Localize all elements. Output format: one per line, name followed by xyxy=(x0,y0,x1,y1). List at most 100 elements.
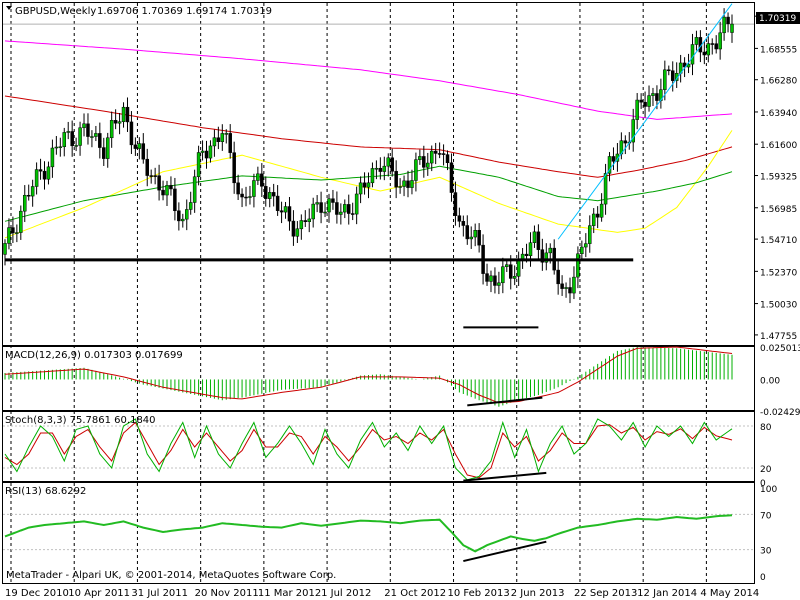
candle xyxy=(718,32,722,50)
x-tick-label: 31 Jul 2011 xyxy=(131,588,188,599)
candle xyxy=(343,204,347,213)
stoch-tick-label: 20 xyxy=(760,465,772,475)
candle xyxy=(228,133,232,153)
candle xyxy=(129,121,134,146)
y-tick-label: 1.66280 xyxy=(760,77,797,87)
candle xyxy=(30,186,35,197)
y-tick-label: 1.63940 xyxy=(760,109,797,119)
candle xyxy=(319,202,323,213)
candle xyxy=(366,182,371,188)
stoch-title: Stoch(8,3,3) 75.7861 60.1840 xyxy=(5,415,156,426)
candle xyxy=(532,231,537,243)
candle xyxy=(248,196,252,198)
candle xyxy=(137,143,142,149)
candle xyxy=(651,93,655,96)
candle xyxy=(23,194,27,212)
candle xyxy=(66,131,70,133)
price-marker: 1.70319 xyxy=(759,14,796,24)
candle xyxy=(489,275,493,282)
x-tick-label: 1 Jul 2012 xyxy=(321,588,371,599)
candle xyxy=(378,167,383,172)
candle xyxy=(3,243,7,255)
macd-tick-label: 0.00 xyxy=(760,376,780,386)
candle xyxy=(244,196,248,199)
candle xyxy=(212,137,217,147)
candle xyxy=(505,264,509,267)
copyright-text: MetaTrader - Alpari UK, © 2001-2014, Met… xyxy=(6,570,336,581)
candle xyxy=(576,253,580,278)
y-tick-label: 1.68555 xyxy=(760,45,797,55)
rsi-tick-label: 0 xyxy=(760,573,766,583)
candle xyxy=(402,180,406,187)
candle xyxy=(271,192,276,197)
x-tick-label: 10 Feb 2013 xyxy=(448,588,510,599)
candle xyxy=(117,121,122,124)
candle xyxy=(445,154,450,164)
candle xyxy=(315,202,319,205)
candle xyxy=(94,133,98,137)
candle xyxy=(252,180,256,197)
candle xyxy=(327,198,331,213)
gbpusd-chart[interactable]: 19 Dec 2010 10 Apr 2011 31 Jul 2011 20 Nov … xyxy=(0,0,800,600)
candle xyxy=(572,276,576,294)
rsi-tick-label: 30 xyxy=(760,547,772,557)
candle xyxy=(370,168,375,184)
candle xyxy=(386,157,391,167)
candle xyxy=(26,194,31,197)
candle xyxy=(516,259,521,277)
candle xyxy=(224,133,229,135)
candle xyxy=(264,186,268,199)
candle xyxy=(295,228,300,237)
candle xyxy=(291,220,296,237)
candle xyxy=(374,167,379,170)
y-tick-label: 1.61600 xyxy=(760,141,797,151)
candle xyxy=(710,43,714,45)
y-tick-label: 1.54710 xyxy=(760,236,797,246)
candle xyxy=(54,146,59,149)
y-tick-label: 1.47755 xyxy=(760,332,797,342)
candle xyxy=(690,44,695,65)
candle xyxy=(74,145,78,147)
candle xyxy=(422,156,426,168)
candle xyxy=(125,106,130,123)
candle xyxy=(256,173,260,181)
candle xyxy=(299,220,304,230)
candle xyxy=(133,144,138,149)
candle xyxy=(204,150,209,159)
candle xyxy=(623,140,628,144)
candle xyxy=(599,203,604,218)
candle xyxy=(726,16,730,25)
candle xyxy=(38,169,43,172)
candle xyxy=(279,210,284,213)
y-tick-label: 1.59325 xyxy=(760,173,797,183)
candle xyxy=(410,180,414,188)
candle xyxy=(568,287,572,294)
candle xyxy=(465,225,470,240)
candle xyxy=(232,152,236,184)
candle xyxy=(70,131,74,147)
candle xyxy=(236,182,240,195)
candle xyxy=(449,162,454,193)
candle xyxy=(473,230,477,238)
candle xyxy=(113,120,118,124)
candle xyxy=(216,137,221,142)
candle xyxy=(358,182,363,195)
candle xyxy=(508,264,513,279)
candle xyxy=(441,153,446,155)
candle xyxy=(173,188,177,212)
candle xyxy=(362,182,367,188)
candle xyxy=(354,193,359,215)
candle xyxy=(588,225,592,244)
candle xyxy=(303,220,308,222)
candle xyxy=(433,150,438,154)
candle xyxy=(34,169,39,187)
candle xyxy=(603,173,608,205)
candle xyxy=(429,150,434,164)
candle xyxy=(58,146,63,148)
x-tick-label: 10 Apr 2011 xyxy=(68,588,130,599)
candle xyxy=(102,147,106,159)
candle xyxy=(181,218,185,222)
candle xyxy=(153,175,157,177)
candle xyxy=(86,123,90,137)
candle xyxy=(82,123,86,129)
